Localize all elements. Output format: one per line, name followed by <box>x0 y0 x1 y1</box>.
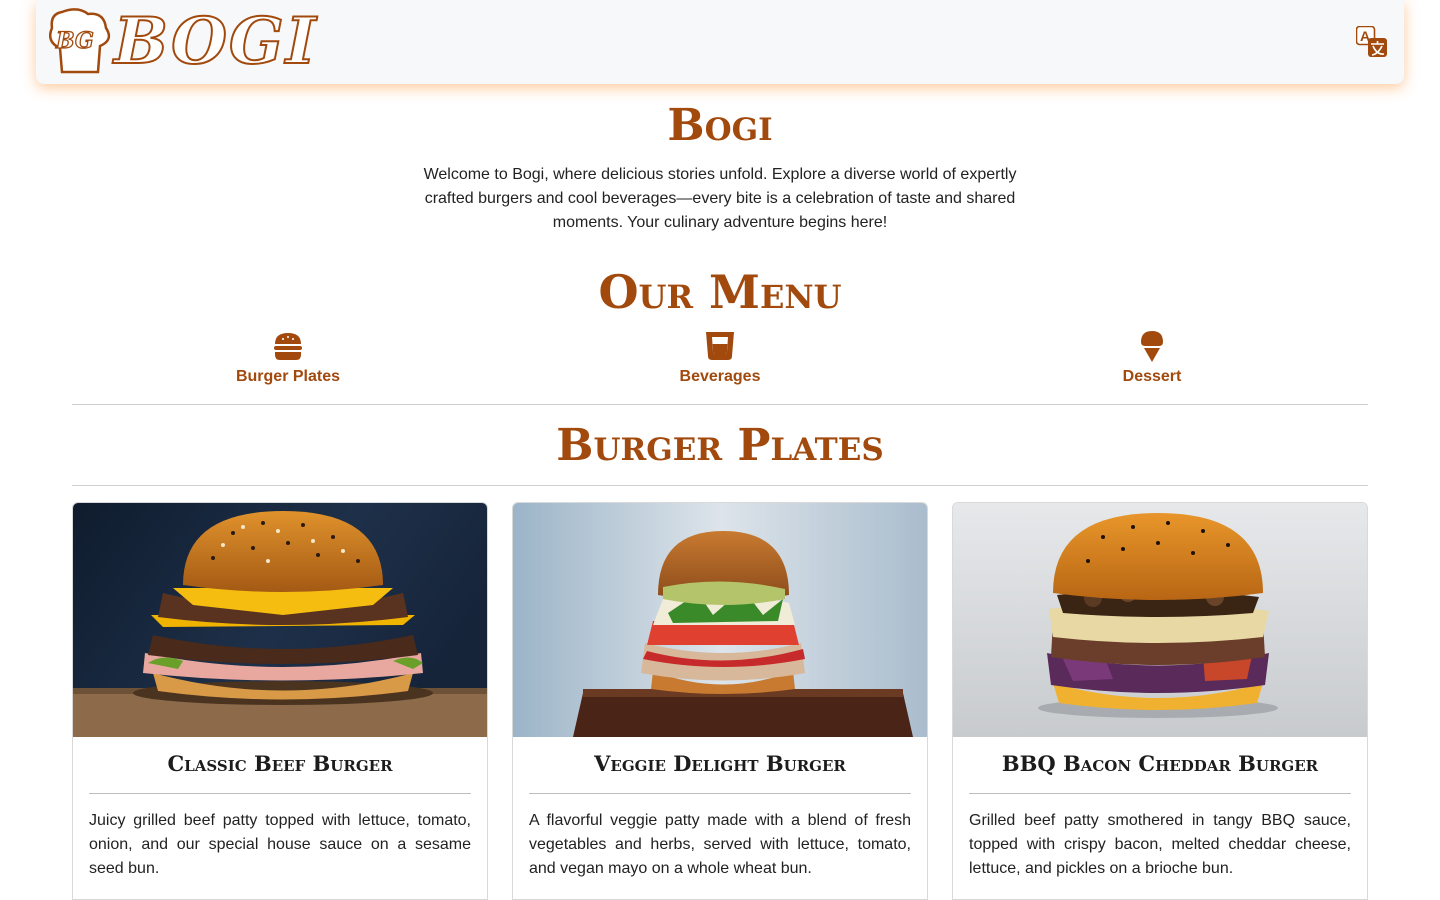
tab-label: Beverages <box>679 368 761 385</box>
tab-burger-plates[interactable]: Burger Plates <box>188 330 388 388</box>
item-description: Grilled beef patty smothered in tangy BB… <box>969 812 1351 877</box>
burger-photo <box>953 503 1367 737</box>
item-divider <box>969 793 1351 794</box>
brand-title: Bogi <box>667 100 773 151</box>
section-divider <box>72 485 1368 486</box>
item-description: Juicy grilled beef patty topped with let… <box>89 812 471 877</box>
logo-badge-icon: BG <box>49 8 111 74</box>
tab-dessert[interactable]: Dessert <box>1052 330 1252 388</box>
intro-text: Welcome to Bogi, where delicious stories… <box>423 166 1017 231</box>
tab-label: Dessert <box>1122 368 1182 385</box>
site-header: BG BOGI A <box>36 0 1404 84</box>
section-title: Burger Plates <box>556 420 884 471</box>
svg-text:BG: BG <box>55 28 94 54</box>
ice-cream-icon <box>1141 331 1163 362</box>
item-divider <box>529 793 911 794</box>
tab-label: Burger Plates <box>235 368 341 385</box>
tabs-divider <box>72 404 1368 405</box>
menu-title: Our Menu <box>598 265 842 319</box>
burger-photo <box>513 503 927 737</box>
language-button[interactable]: A <box>1355 25 1388 58</box>
item-divider <box>89 793 471 794</box>
glass-icon <box>706 332 734 360</box>
burger-icon <box>274 333 302 360</box>
burger-photo <box>73 503 487 737</box>
translate-icon: A <box>1355 25 1387 57</box>
menu-item-card[interactable]: Veggie Delight Burger A flavorful veggie… <box>512 502 928 900</box>
logo-wordmark: BOGI <box>113 4 318 79</box>
tab-beverages[interactable]: Beverages <box>620 330 820 388</box>
menu-category-tabs: Burger Plates Beverages Dessert <box>72 330 1368 390</box>
item-name: Veggie Delight Burger <box>594 751 846 776</box>
item-description: A flavorful veggie patty made with a ble… <box>529 812 911 877</box>
item-name: Classic Beef Burger <box>167 751 393 776</box>
item-name: BBQ Bacon Cheddar Burger <box>1001 751 1319 776</box>
menu-item-card[interactable]: Classic Beef Burger Juicy grilled beef p… <box>72 502 488 900</box>
site-logo[interactable]: BG BOGI <box>44 6 344 78</box>
menu-item-card[interactable]: BBQ Bacon Cheddar Burger Grilled beef pa… <box>952 502 1368 900</box>
